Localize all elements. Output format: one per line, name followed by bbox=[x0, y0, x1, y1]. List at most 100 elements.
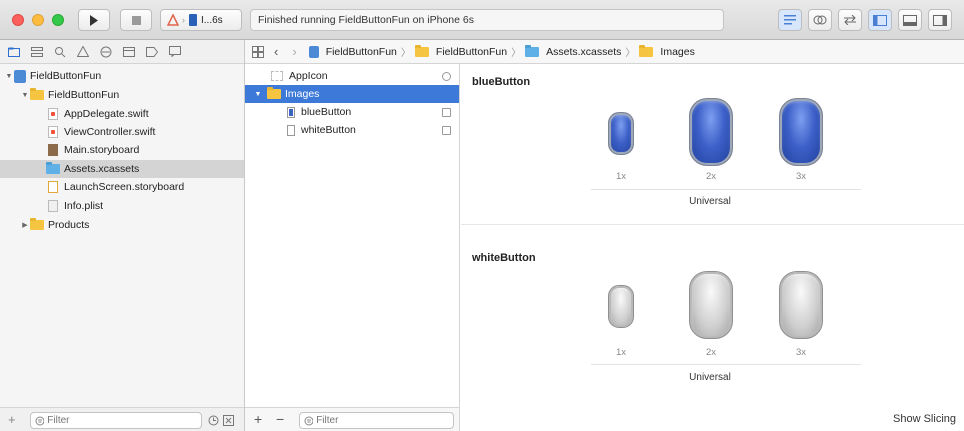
blue-button-image bbox=[689, 98, 733, 166]
scale-label-1x: 1x bbox=[615, 347, 627, 358]
breadcrumb-project[interactable]: FieldButtonFun bbox=[308, 45, 397, 58]
arrows-icon bbox=[844, 15, 856, 25]
tree-item-group[interactable]: ▼ FieldButtonFun bbox=[0, 86, 244, 104]
standard-editor-button[interactable] bbox=[778, 9, 802, 31]
image-slot-2x[interactable] bbox=[683, 269, 739, 341]
breadcrumb-assets[interactable]: Assets.xcassets bbox=[525, 44, 621, 58]
plist-icon bbox=[48, 200, 58, 212]
tree-item-infoplist[interactable]: Info.plist bbox=[0, 197, 244, 215]
folder-icon[interactable] bbox=[8, 46, 20, 58]
project-icon bbox=[14, 69, 26, 83]
white-button-image bbox=[608, 284, 634, 328]
toggle-navigator-button[interactable] bbox=[868, 9, 892, 31]
report-icon[interactable] bbox=[169, 46, 181, 58]
navigator-tabs bbox=[0, 40, 244, 64]
tree-item-label: Assets.xcassets bbox=[64, 163, 140, 175]
image-slot-2x[interactable] bbox=[683, 96, 739, 168]
tree-item-label: Info.plist bbox=[64, 200, 104, 212]
search-icon[interactable] bbox=[54, 46, 66, 58]
filter-icon bbox=[35, 416, 45, 425]
asset-item-appicon[interactable]: AppIcon bbox=[245, 67, 459, 85]
hierarchy-icon[interactable] bbox=[31, 46, 43, 58]
launch-storyboard-icon bbox=[48, 181, 58, 193]
asset-catalog-icon bbox=[525, 44, 540, 57]
scm-filter-icon[interactable] bbox=[223, 415, 234, 426]
tree-item-label: LaunchScreen.storyboard bbox=[64, 181, 185, 193]
zoom-window-button[interactable] bbox=[52, 14, 64, 26]
add-icon[interactable]: + bbox=[8, 412, 16, 427]
test-icon[interactable] bbox=[100, 46, 112, 58]
minimize-window-button[interactable] bbox=[32, 14, 44, 26]
recent-files-icon[interactable] bbox=[208, 415, 219, 426]
white-button-image bbox=[779, 271, 823, 339]
breakpoint-icon[interactable] bbox=[146, 46, 158, 58]
scheme-selector[interactable]: › I...6s bbox=[160, 9, 242, 31]
asset-item-whitebutton[interactable]: whiteButton bbox=[245, 121, 459, 139]
back-icon[interactable]: ‹ bbox=[274, 44, 278, 59]
run-button[interactable] bbox=[78, 9, 110, 31]
breadcrumb-group[interactable]: FieldButtonFun bbox=[414, 44, 508, 58]
divider bbox=[591, 364, 861, 365]
tree-item-project[interactable]: ▼ FieldButtonFun bbox=[0, 67, 244, 85]
toggle-utilities-button[interactable] bbox=[928, 9, 952, 31]
breadcrumb-label: FieldButtonFun bbox=[435, 45, 508, 58]
tree-item-viewcontroller[interactable]: ViewController.swift bbox=[0, 123, 244, 141]
tree-item-launchscreen[interactable]: LaunchScreen.storyboard bbox=[0, 178, 244, 196]
tree-item-main-storyboard[interactable]: Main.storyboard bbox=[0, 141, 244, 159]
show-slicing-button[interactable]: Show Slicing bbox=[893, 413, 956, 425]
warning-icon[interactable] bbox=[77, 46, 89, 58]
add-icon[interactable]: + bbox=[254, 411, 262, 427]
breadcrumb-images[interactable]: Images bbox=[639, 44, 695, 58]
image-slot-1x[interactable] bbox=[601, 281, 641, 331]
tree-item-products[interactable]: ▶ Products bbox=[0, 216, 244, 234]
tree-item-label: AppDelegate.swift bbox=[64, 108, 149, 120]
disclosure-expanded-icon[interactable]: ▼ bbox=[253, 91, 263, 98]
assistant-editor-button[interactable] bbox=[808, 9, 832, 31]
jump-bar: ‹ › FieldButtonFun 〉 FieldButtonFun 〉 As… bbox=[245, 40, 964, 64]
navigator-filter-input[interactable] bbox=[47, 415, 201, 426]
tree-item-label: FieldButtonFun bbox=[30, 70, 102, 82]
activity-status: Finished running FieldButtonFun on iPhon… bbox=[250, 9, 724, 31]
asset-item-images-folder[interactable]: ▼ Images bbox=[245, 85, 459, 103]
blue-button-image bbox=[779, 98, 823, 166]
disclosure-expanded-icon[interactable]: ▼ bbox=[4, 73, 14, 80]
image-slot-1x[interactable] bbox=[601, 108, 641, 158]
rings-icon bbox=[813, 15, 827, 25]
idiom-label: Universal bbox=[689, 196, 731, 207]
divider bbox=[591, 189, 861, 190]
stop-button[interactable] bbox=[120, 9, 152, 31]
image-slot-3x[interactable] bbox=[773, 96, 829, 168]
toggle-debug-area-button[interactable] bbox=[898, 9, 922, 31]
debug-icon[interactable] bbox=[123, 46, 135, 58]
navigator-filter-field[interactable] bbox=[30, 412, 202, 429]
disclosure-collapsed-icon[interactable]: ▶ bbox=[20, 221, 30, 229]
asset-item-label: Images bbox=[285, 88, 320, 100]
white-button-image bbox=[689, 271, 733, 339]
forward-icon[interactable]: › bbox=[292, 44, 296, 59]
asset-item-label: blueButton bbox=[301, 106, 352, 118]
filter-icon bbox=[304, 416, 314, 425]
remove-icon[interactable]: − bbox=[276, 411, 284, 427]
chevron-right-icon: › bbox=[182, 15, 185, 25]
tree-item-appdelegate[interactable]: AppDelegate.swift bbox=[0, 105, 244, 123]
disclosure-expanded-icon[interactable]: ▼ bbox=[20, 92, 30, 99]
bottom-panel-icon bbox=[903, 14, 917, 26]
asset-item-label: AppIcon bbox=[289, 70, 328, 82]
asset-item-bluebutton[interactable]: blueButton bbox=[245, 103, 459, 121]
close-window-button[interactable] bbox=[12, 14, 24, 26]
chevron-right-icon: 〉 bbox=[400, 48, 411, 59]
image-slot-3x[interactable] bbox=[773, 269, 829, 341]
asset-filter-input[interactable] bbox=[316, 415, 453, 426]
project-navigator: ▼ FieldButtonFun ▼ FieldButtonFun AppDel… bbox=[0, 40, 245, 431]
related-items-icon[interactable] bbox=[252, 45, 264, 58]
lines-icon bbox=[784, 15, 796, 25]
editor-mode-controls bbox=[778, 9, 952, 31]
folder-icon bbox=[267, 87, 281, 99]
asset-filter-field[interactable] bbox=[299, 412, 454, 429]
tree-item-assets[interactable]: Assets.xcassets bbox=[0, 160, 244, 178]
folder-icon bbox=[30, 88, 44, 100]
version-editor-button[interactable] bbox=[838, 9, 862, 31]
chevron-right-icon: 〉 bbox=[511, 48, 522, 59]
image-set-icon bbox=[287, 106, 295, 118]
tree-item-label: Main.storyboard bbox=[64, 144, 140, 156]
